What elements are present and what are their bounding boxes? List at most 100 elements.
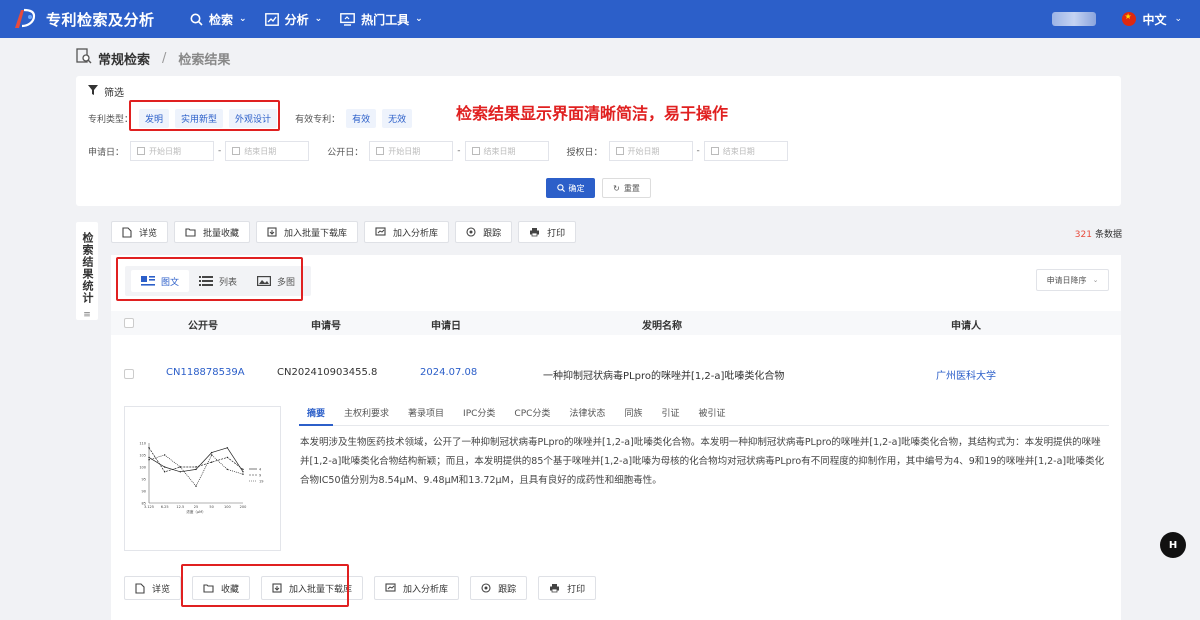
abstract-text: 本发明涉及生物医药技术领域，公开了一种抑制冠状病毒PLpro的咪唑并[1,2-a…: [300, 437, 1105, 486]
header-applicant: 申请人: [951, 321, 981, 332]
valid-no-tag[interactable]: 无效: [382, 109, 413, 128]
chart-icon: [264, 12, 279, 26]
detail-view-button[interactable]: 详览: [111, 221, 169, 243]
data-point: [148, 447, 150, 449]
publish-date-start[interactable]: 开始日期: [369, 141, 454, 161]
apply-date-label: 申请日：: [88, 147, 125, 158]
row-track-button[interactable]: 跟踪: [470, 576, 528, 600]
data-point: [148, 459, 150, 461]
print-button[interactable]: 打印: [518, 221, 577, 243]
nav-analysis[interactable]: 分析 ⌄: [264, 11, 323, 28]
download-icon: [267, 227, 277, 237]
tab-citations[interactable]: 引证: [653, 404, 687, 426]
data-point: [163, 466, 166, 468]
track-button[interactable]: 跟踪: [455, 221, 513, 243]
app-logo[interactable]: 专利检索及分析: [12, 8, 172, 30]
x-tick-label: 3.125: [144, 505, 154, 509]
detail-tabs: 摘要 主权利要求 著录项目 IPC分类 CPC分类 法律状态 同族 引证 被引证: [299, 404, 1109, 426]
data-point: [226, 456, 229, 459]
data-point: [242, 473, 244, 475]
tab-abstract[interactable]: 摘要: [299, 404, 334, 426]
row-detail-button[interactable]: 详览: [124, 576, 182, 600]
valid-yes-tag[interactable]: 有效: [346, 109, 377, 128]
result-stats-label: 检索结果统计: [81, 232, 94, 304]
tab-main-claim[interactable]: 主权利要求: [336, 404, 397, 426]
x-axis-label: 浓度（μM）: [186, 509, 205, 514]
confirm-button[interactable]: 确定: [546, 178, 595, 198]
collapse-icon: ≡: [83, 310, 91, 320]
y-tick-label: 110: [139, 442, 146, 446]
nav-tools[interactable]: 热门工具 ⌄: [340, 11, 423, 28]
y-tick-label: 95: [142, 478, 146, 482]
filter-date-row: 申请日： 开始日期 - 结束日期 公开日： 开始日期 - 结束日期 授权日： 开…: [88, 141, 788, 161]
tab-cpc[interactable]: CPC分类: [506, 404, 558, 426]
row-checkbox[interactable]: [124, 369, 134, 379]
nav-search-label: 检索: [209, 12, 234, 27]
data-point: [148, 456, 150, 459]
add-batch-download-button[interactable]: 加入批量下载库: [256, 221, 359, 243]
apply-date-start[interactable]: 开始日期: [130, 141, 215, 161]
x-tick-label: 6.25: [161, 505, 169, 509]
select-all-checkbox[interactable]: [124, 318, 134, 328]
result-stats-tab[interactable]: 检索结果统计 ≡: [76, 222, 98, 320]
sort-select[interactable]: 申请日降序 ⌄: [1036, 269, 1109, 291]
row-add-analysis-button[interactable]: 加入分析库: [374, 576, 460, 600]
breadcrumb-current: 检索结果: [178, 52, 231, 68]
data-point: [226, 447, 229, 449]
x-tick-label: 100: [224, 505, 231, 509]
chevron-down-icon: ⌄: [1174, 14, 1182, 24]
china-flag-icon: [1122, 12, 1137, 26]
analysis-icon: [385, 583, 396, 593]
pub-no-link[interactable]: CN118878539A: [166, 367, 245, 378]
floating-assistant-button[interactable]: H: [1160, 532, 1186, 558]
data-point: [163, 454, 166, 456]
batch-favorite-button[interactable]: 批量收藏: [174, 221, 251, 243]
grant-date-start[interactable]: 开始日期: [608, 141, 693, 161]
tab-ipc[interactable]: IPC分类: [455, 404, 503, 426]
data-point: [163, 471, 166, 473]
tab-family[interactable]: 同族: [616, 404, 650, 426]
funnel-icon: [88, 85, 104, 98]
tab-cited-by[interactable]: 被引证: [690, 404, 733, 426]
row-print-button[interactable]: 打印: [538, 576, 597, 600]
data-point: [179, 466, 182, 468]
highlight-box-types: [129, 100, 280, 131]
breadcrumb-root[interactable]: 常规检索: [98, 49, 150, 68]
valid-label: 有效专利：: [295, 115, 341, 125]
printer-icon: [549, 583, 560, 593]
header-app-no: 申请号: [311, 321, 341, 332]
breadcrumb-separator: /: [162, 50, 167, 66]
monitor-icon: [340, 12, 356, 26]
publish-date-end[interactable]: 结束日期: [464, 141, 549, 161]
nav-tools-label: 热门工具: [361, 12, 410, 27]
tab-bibliographic[interactable]: 著录项目: [400, 404, 452, 426]
chevron-down-icon: ⌄: [314, 14, 323, 24]
annotation-text: 检索结果显示界面清晰简洁，易于操作: [456, 104, 729, 123]
apply-date-end[interactable]: 结束日期: [225, 141, 310, 161]
analysis-icon: [375, 227, 386, 237]
search-icon: [556, 184, 565, 192]
language-selector[interactable]: 中文: [1142, 11, 1166, 28]
document-icon: [122, 226, 132, 238]
app-no-value: CN202410903455.8: [277, 367, 378, 378]
invention-title-link[interactable]: 一种抑制冠状病毒PLpro的咪唑并[1,2-a]吡嗪类化合物: [543, 367, 784, 382]
result-count-number: 321: [1074, 230, 1092, 240]
tab-legal-status[interactable]: 法律状态: [561, 404, 613, 426]
logo-icon: [12, 8, 38, 30]
add-analysis-button[interactable]: 加入分析库: [364, 221, 450, 243]
user-avatar[interactable]: [1052, 12, 1097, 26]
applicant-link[interactable]: 广州医科大学: [936, 367, 996, 382]
printer-icon: [529, 227, 540, 237]
refresh-icon: ↻: [613, 183, 620, 193]
patent-thumbnail[interactable]: 110 105 100 95 90 85 3.125 6.25 12.5 25 50 100 200 浓度…: [124, 406, 281, 551]
reset-button[interactable]: ↻ 重置: [602, 178, 651, 198]
nav-search[interactable]: 检索 ⌄: [190, 11, 247, 28]
radar-icon: [466, 227, 476, 237]
header-pub-no: 公开号: [188, 321, 218, 332]
grant-date-end[interactable]: 结束日期: [703, 141, 788, 161]
header-app-date: 申请日: [431, 321, 461, 332]
patent-type-label: 专利类型：: [88, 115, 134, 125]
grant-date-label: 授权日：: [566, 147, 603, 158]
folder-add-icon: [185, 227, 196, 237]
calendar-icon: [471, 147, 480, 155]
